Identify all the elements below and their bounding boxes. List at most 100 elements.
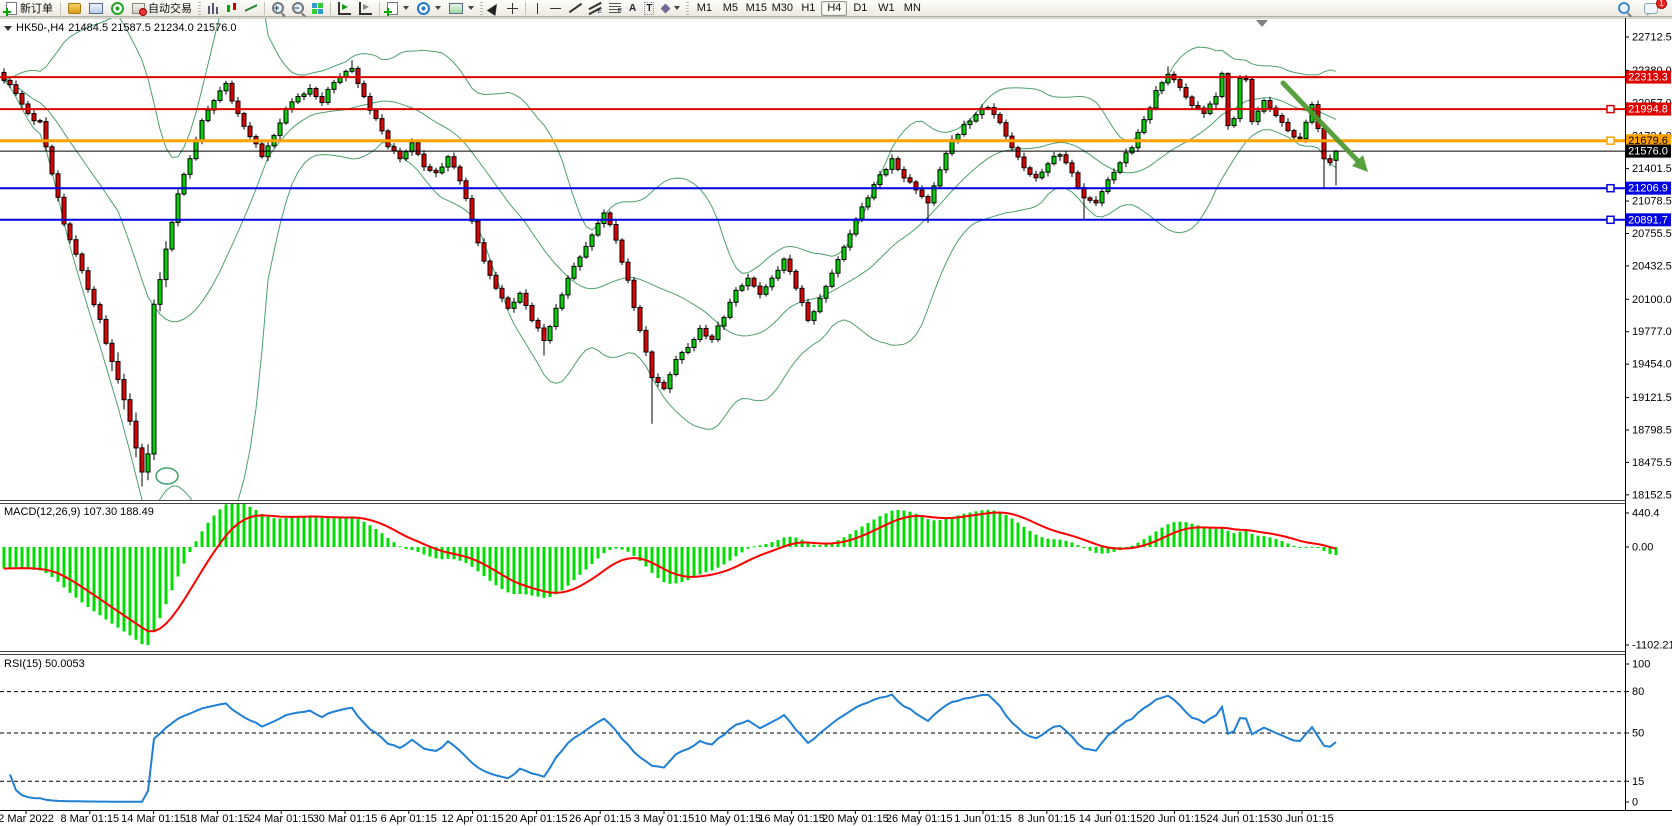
- search-button[interactable]: [1614, 1, 1634, 16]
- level-handle[interactable]: [1607, 185, 1614, 192]
- chart-shift-marker[interactable]: [1256, 20, 1268, 27]
- bear-candle: [68, 224, 72, 240]
- tile-windows-button[interactable]: [308, 1, 327, 16]
- low-marker-ellipse[interactable]: [156, 468, 178, 484]
- timeframe-m1[interactable]: M1: [691, 1, 717, 16]
- toolbar-separator: [379, 2, 380, 15]
- macd-histogram-bar: [1059, 540, 1062, 547]
- chart-shift-button[interactable]: [355, 1, 376, 16]
- bear-candle: [20, 94, 24, 105]
- timeframe-h1[interactable]: H1: [795, 1, 821, 16]
- macd-histogram-bar: [573, 547, 576, 580]
- periods-button[interactable]: [413, 1, 445, 16]
- collapse-triangle-icon[interactable]: [4, 26, 12, 31]
- timeframe-d1[interactable]: D1: [847, 1, 873, 16]
- shapes-tool-button[interactable]: [658, 1, 684, 16]
- indicators-icon: [387, 2, 398, 15]
- profiles-button[interactable]: [64, 1, 85, 16]
- chart-window[interactable]: 22712.522380.022057.021724.021401.521078…: [0, 17, 1672, 826]
- bull-candle: [722, 317, 726, 326]
- macd-histogram-bar: [1011, 519, 1014, 548]
- fibonacci-tool-button[interactable]: F: [605, 1, 625, 16]
- bear-candle: [1244, 78, 1248, 79]
- line-chart-button[interactable]: [241, 1, 261, 16]
- macd-histogram-bar: [747, 547, 750, 549]
- toolbar-grip: [480, 2, 483, 15]
- macd-histogram-bar: [549, 547, 552, 597]
- bear-candle: [908, 178, 912, 182]
- vertical-line-tool-button[interactable]: [529, 1, 546, 16]
- macd-histogram-bar: [735, 547, 738, 556]
- bear-candle: [452, 157, 456, 167]
- bear-candle: [8, 80, 12, 84]
- chart-canvas[interactable]: 22712.522380.022057.021724.021401.521078…: [0, 17, 1672, 826]
- trend-arrow-line[interactable]: [1283, 83, 1357, 160]
- autotrading-button[interactable]: 自动交易: [128, 1, 196, 16]
- new-order-icon: [6, 2, 17, 15]
- notifications-button[interactable]: 1: [1640, 1, 1662, 16]
- bull-candle: [938, 170, 942, 186]
- templates-button[interactable]: [445, 1, 478, 16]
- bear-candle: [896, 159, 900, 170]
- auto-scroll-button[interactable]: [334, 1, 355, 16]
- macd-histogram-bar: [969, 513, 972, 548]
- macd-histogram-bar: [9, 547, 12, 568]
- toolbar-separator: [525, 2, 526, 15]
- macd-tick-label: 440.4: [1632, 508, 1660, 520]
- indicators-button[interactable]: [383, 1, 413, 16]
- macd-pane[interactable]: [3, 502, 1338, 645]
- zoom-in-button[interactable]: +: [268, 1, 288, 16]
- timeframe-m5[interactable]: M5: [717, 1, 743, 16]
- toolbar-separator: [60, 2, 61, 15]
- macd-histogram-bar: [591, 547, 594, 564]
- candlestick-chart-button[interactable]: [222, 1, 241, 16]
- text-tool-button[interactable]: A: [625, 1, 640, 16]
- level-handle[interactable]: [1607, 216, 1614, 223]
- timeframe-m15[interactable]: M15: [743, 1, 769, 16]
- new-order-label: 新订单: [20, 0, 53, 16]
- macd-histogram-bar: [501, 547, 504, 589]
- signals-button[interactable]: [107, 1, 128, 16]
- macd-histogram-bar: [321, 518, 324, 547]
- terminal-button[interactable]: [85, 1, 107, 16]
- timeframe-w1[interactable]: W1: [873, 1, 899, 16]
- text-label-tool-button[interactable]: T: [640, 1, 658, 16]
- crosshair-tool-button[interactable]: [503, 1, 522, 16]
- level-handle[interactable]: [1607, 106, 1614, 113]
- bull-candle: [962, 125, 966, 135]
- cursor-tool-button[interactable]: [485, 1, 503, 16]
- bull-candle: [446, 157, 450, 167]
- channel-tool-button[interactable]: E: [585, 1, 605, 16]
- price-pane[interactable]: [2, 17, 1338, 528]
- macd-histogram-bar: [63, 547, 66, 588]
- rsi-pane[interactable]: [10, 695, 1336, 802]
- fibonacci-icon: F: [609, 3, 621, 13]
- bar-chart-button[interactable]: [203, 1, 222, 16]
- bear-candle: [104, 319, 108, 343]
- macd-histogram-bar: [75, 547, 78, 598]
- zoom-out-button[interactable]: −: [288, 1, 308, 16]
- autotrading-label: 自动交易: [148, 0, 192, 16]
- new-order-button[interactable]: 新订单: [2, 1, 57, 16]
- crosshair-icon: [507, 3, 518, 14]
- macd-histogram-bar: [27, 547, 30, 569]
- horizontal-line-tool-button[interactable]: [546, 1, 565, 16]
- timeframe-mn[interactable]: MN: [899, 1, 925, 16]
- level-handle[interactable]: [1607, 137, 1614, 144]
- bear-candle: [1076, 173, 1080, 188]
- trendline-tool-button[interactable]: [565, 1, 585, 16]
- timeframe-toolbar: M1M5M15M30H1H4D1W1MN: [691, 1, 925, 16]
- bull-candle: [866, 198, 870, 207]
- price-tick-label: 19777.0: [1632, 326, 1672, 338]
- bull-candle: [152, 304, 156, 454]
- macd-histogram-bar: [459, 547, 462, 561]
- timeframe-h4[interactable]: H4: [821, 1, 847, 16]
- bear-candle: [356, 68, 360, 83]
- candlestick-chart-icon: [226, 3, 237, 14]
- bear-candle: [788, 259, 792, 271]
- timeframe-m30[interactable]: M30: [769, 1, 795, 16]
- bull-candle: [410, 143, 414, 152]
- bear-candle: [116, 362, 120, 380]
- bull-candle: [302, 94, 306, 96]
- macd-histogram-bar: [489, 547, 492, 581]
